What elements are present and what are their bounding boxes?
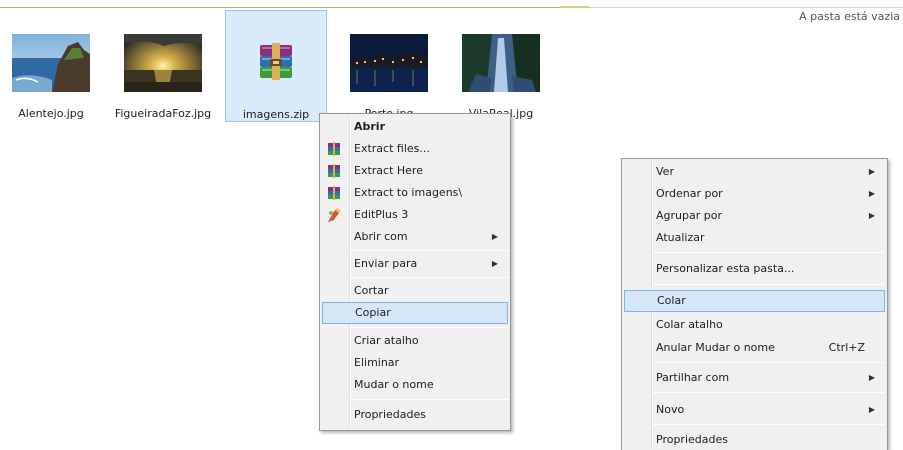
menu-item-colar[interactable]: Colar bbox=[624, 290, 885, 312]
submenu-arrow-icon: ▶ bbox=[868, 405, 875, 414]
menu-item-editplus[interactable]: EditPlus 3 bbox=[322, 204, 508, 226]
menu-item-ordenar-por[interactable]: Ordenar por ▶ bbox=[624, 183, 885, 205]
menu-item-abrir-com[interactable]: Abrir com ▶ bbox=[322, 226, 508, 248]
menu-separator bbox=[351, 250, 508, 251]
submenu-arrow-icon: ▶ bbox=[868, 189, 875, 198]
menu-separator bbox=[653, 392, 885, 393]
menu-separator bbox=[351, 277, 508, 278]
submenu-arrow-icon: ▶ bbox=[491, 259, 498, 268]
file-item-imagens-zip[interactable]: imagens.zip bbox=[225, 10, 327, 122]
menu-item-extract-to[interactable]: Extract to imagens\ bbox=[322, 182, 508, 204]
winrar-icon bbox=[328, 186, 340, 200]
menu-separator bbox=[351, 399, 508, 400]
submenu-arrow-icon: ▶ bbox=[491, 232, 498, 241]
header-divider bbox=[0, 7, 560, 8]
shortcut-label: Ctrl+Z bbox=[828, 341, 865, 354]
menu-separator bbox=[653, 424, 885, 425]
photo-coast-thumbnail bbox=[12, 34, 90, 92]
file-item-vilareal[interactable]: VilaReal.jpg bbox=[450, 10, 552, 122]
menu-item-enviar-para[interactable]: Enviar para ▶ bbox=[322, 253, 508, 275]
menu-item-ver[interactable]: Ver ▶ bbox=[624, 161, 885, 183]
file-context-menu: Abrir Extract files... Extract Here Extr… bbox=[319, 113, 511, 431]
menu-item-copiar[interactable]: Copiar bbox=[322, 302, 508, 324]
menu-item-partilhar[interactable]: Partilhar com ▶ bbox=[624, 367, 885, 389]
menu-item-propriedades[interactable]: Propriedades bbox=[322, 404, 508, 426]
menu-item-colar-atalho[interactable]: Colar atalho bbox=[624, 314, 885, 336]
winrar-icon bbox=[328, 164, 340, 178]
submenu-arrow-icon: ▶ bbox=[868, 167, 875, 176]
menu-item-criar-atalho[interactable]: Criar atalho bbox=[322, 330, 508, 352]
file-name: imagens.zip bbox=[242, 108, 310, 121]
submenu-arrow-icon: ▶ bbox=[868, 373, 875, 382]
file-name: FigueiradaFoz.jpg bbox=[114, 107, 212, 120]
photo-night-city-thumbnail bbox=[350, 34, 428, 92]
folder-context-menu: Ver ▶ Ordenar por ▶ Agrupar por ▶ Atuali… bbox=[621, 158, 888, 450]
winrar-archive-icon bbox=[252, 39, 300, 87]
folder-empty-status: A pasta está vazia bbox=[799, 10, 900, 23]
photo-sunset-thumbnail bbox=[124, 34, 202, 92]
menu-item-propriedades-pasta[interactable]: Propriedades bbox=[624, 429, 885, 450]
submenu-arrow-icon: ▶ bbox=[868, 211, 875, 220]
menu-item-extract-here[interactable]: Extract Here bbox=[322, 160, 508, 182]
winrar-icon bbox=[328, 142, 340, 156]
menu-separator bbox=[653, 284, 885, 285]
file-item-alentejo[interactable]: Alentejo.jpg bbox=[0, 10, 102, 122]
menu-item-personalizar[interactable]: Personalizar esta pasta... bbox=[624, 258, 885, 280]
menu-separator bbox=[351, 327, 508, 328]
menu-separator bbox=[653, 252, 885, 253]
file-name: Alentejo.jpg bbox=[18, 107, 84, 120]
header-divider-accent bbox=[560, 6, 590, 8]
menu-item-mudar-nome[interactable]: Mudar o nome bbox=[322, 374, 508, 396]
menu-item-cortar[interactable]: Cortar bbox=[322, 280, 508, 302]
menu-item-anular[interactable]: Anular Mudar o nome Ctrl+Z bbox=[624, 337, 885, 359]
menu-item-agrupar-por[interactable]: Agrupar por ▶ bbox=[624, 205, 885, 227]
menu-item-extract-files[interactable]: Extract files... bbox=[322, 138, 508, 160]
menu-item-novo[interactable]: Novo ▶ bbox=[624, 399, 885, 421]
menu-separator bbox=[653, 362, 885, 363]
photo-waterfall-thumbnail bbox=[462, 34, 540, 92]
editplus-icon bbox=[328, 208, 341, 222]
menu-item-abrir[interactable]: Abrir bbox=[322, 116, 508, 138]
file-item-figueiradafoz[interactable]: FigueiradaFoz.jpg bbox=[112, 10, 214, 122]
file-item-porto[interactable]: Porto.jpg bbox=[338, 10, 440, 122]
menu-item-eliminar[interactable]: Eliminar bbox=[322, 352, 508, 374]
header-divider-right bbox=[560, 7, 903, 8]
menu-item-atualizar[interactable]: Atualizar bbox=[624, 227, 885, 249]
